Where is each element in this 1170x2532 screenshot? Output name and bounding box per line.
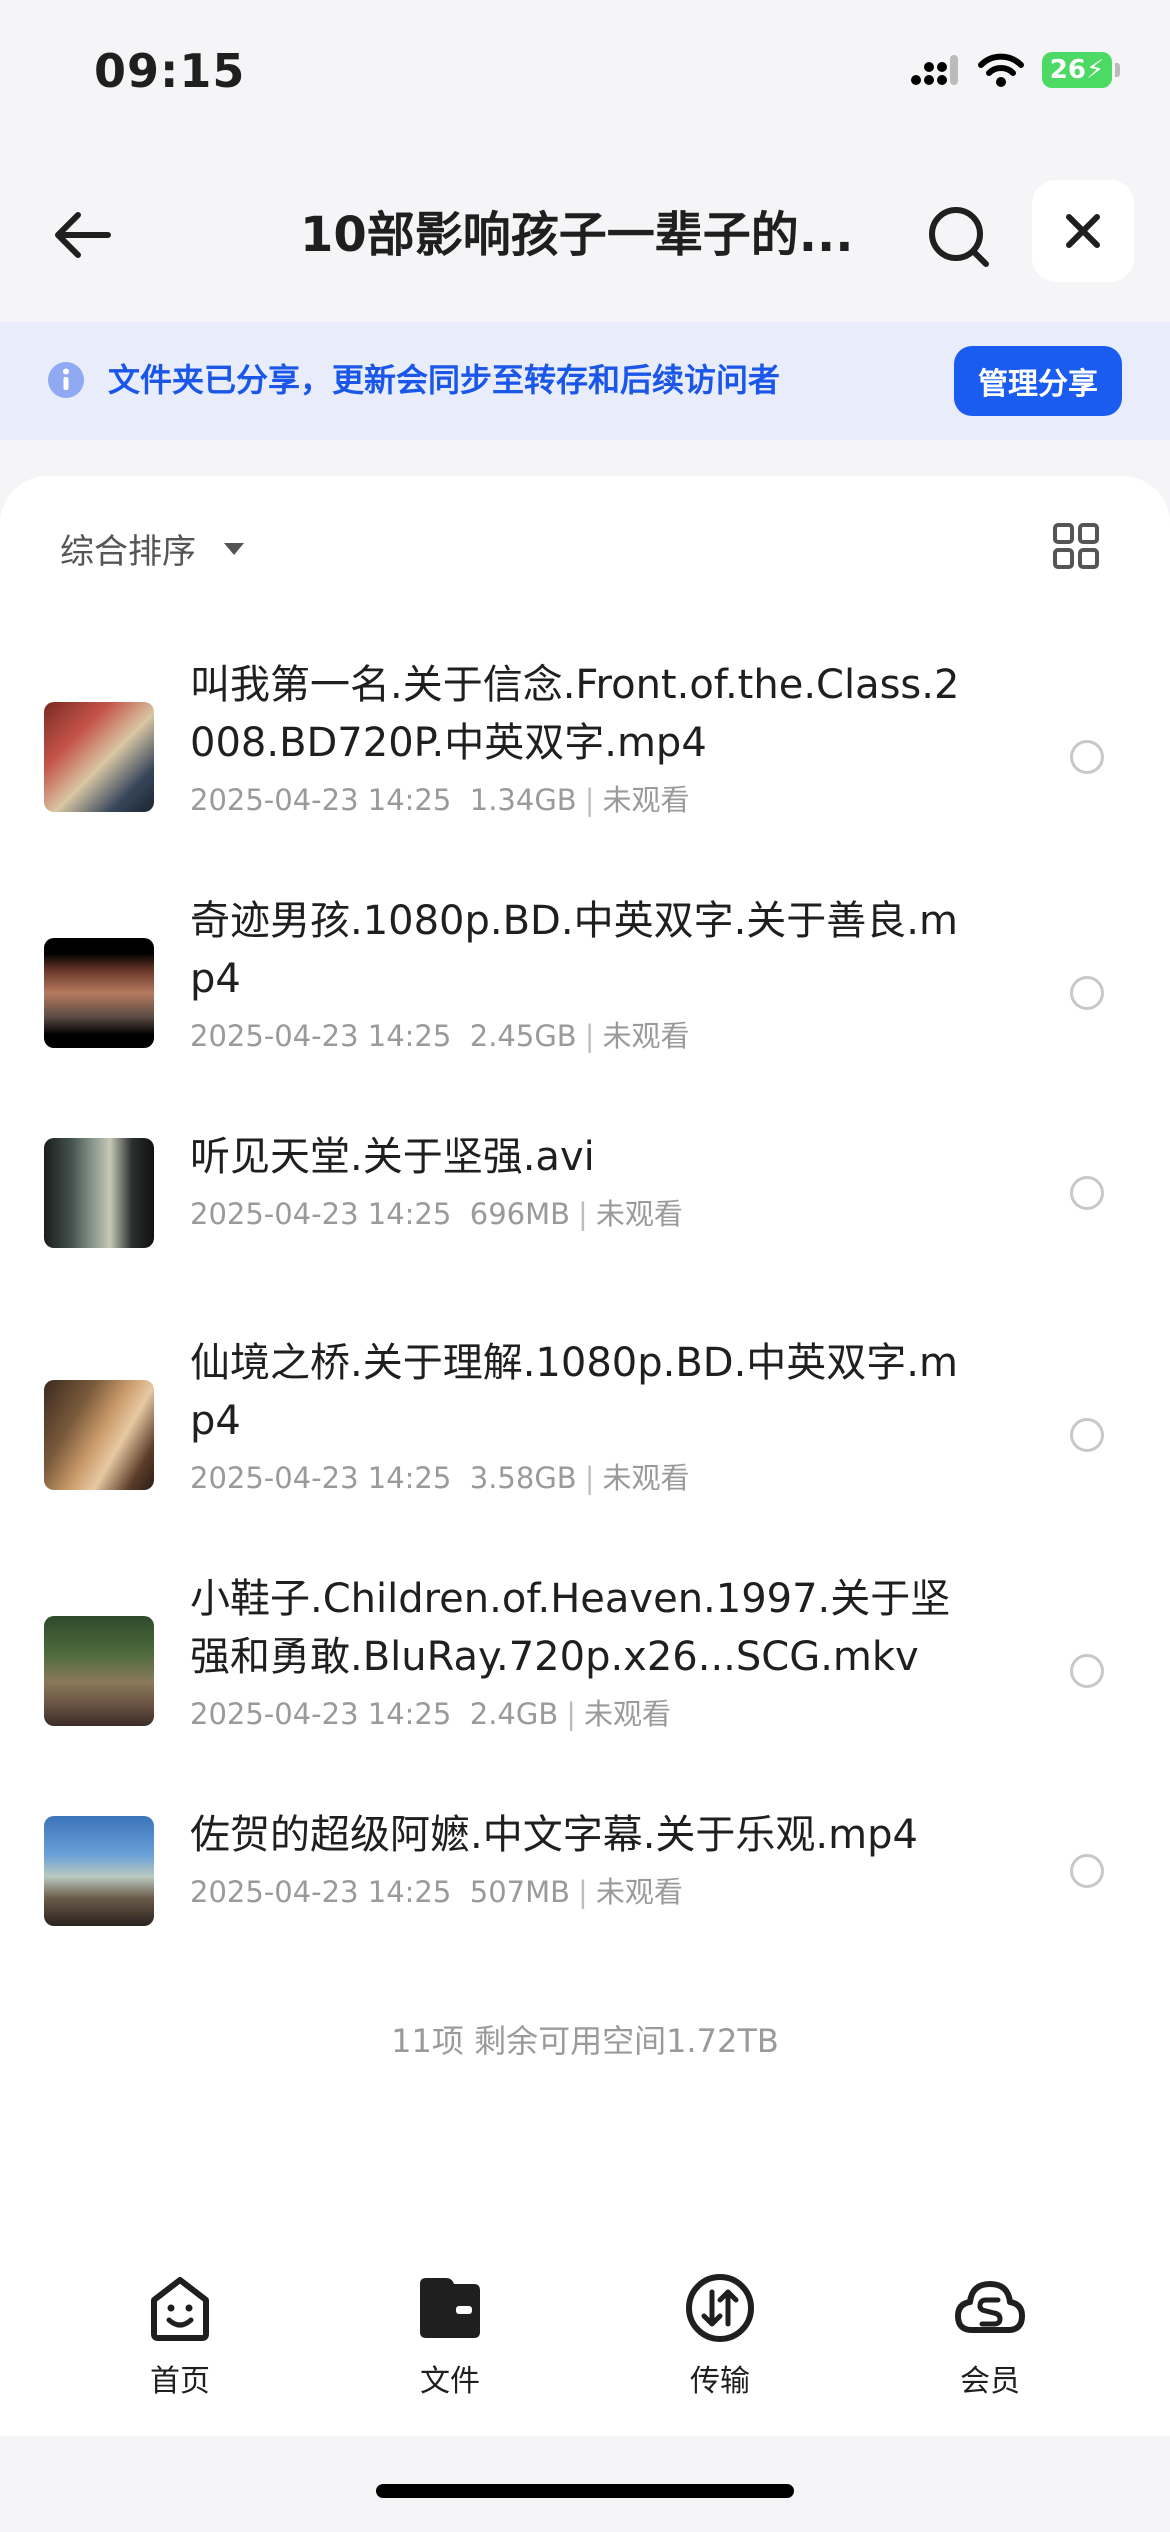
manage-share-button[interactable]: 管理分享: [954, 346, 1122, 416]
nav-header: 10部影响孩子一辈子的...: [0, 170, 1170, 300]
tab-transfer[interactable]: 传输: [640, 2270, 800, 2400]
tab-home[interactable]: 首页: [100, 2270, 260, 2400]
file-row[interactable]: 小鞋子.Children.of.Heaven.1997.关于坚强和勇敢.BluR…: [0, 1570, 1170, 1770]
file-row[interactable]: 仙境之桥.关于理解.1080p.BD.中英双字.mp4 2025-04-23 1…: [0, 1334, 1170, 1534]
info-icon: [48, 362, 84, 398]
tab-member[interactable]: 会员: [910, 2270, 1070, 2400]
video-thumbnail: [44, 938, 154, 1048]
tab-label: 会员: [960, 2364, 1020, 2399]
arrow-left-icon: [55, 212, 111, 258]
wifi-icon: [978, 53, 1024, 87]
status-time: 09:15: [94, 44, 246, 98]
watch-status: 未观看: [595, 1197, 683, 1231]
select-radio[interactable]: [1070, 1418, 1104, 1452]
status-icons: 26 ⚡: [910, 52, 1120, 88]
file-list-sheet: 综合排序 叫我第一名.关于信念.Front.of.the.Class.2008.…: [0, 476, 1170, 2436]
battery-indicator: 26 ⚡: [1042, 52, 1120, 88]
file-row[interactable]: 听见天堂.关于坚强.avi 2025-04-23 14:25 696MB | 未观看: [0, 1128, 1170, 1258]
watch-status: 未观看: [584, 1697, 672, 1731]
share-banner-text: 文件夹已分享，更新会同步至转存和后续访问者: [108, 361, 781, 399]
share-banner: 文件夹已分享，更新会同步至转存和后续访问者 管理分享: [0, 322, 1170, 440]
tab-label: 首页: [150, 2364, 210, 2399]
file-size: 507MB: [469, 1875, 571, 1909]
select-radio[interactable]: [1070, 740, 1104, 774]
file-size: 3.58GB: [469, 1461, 577, 1495]
video-thumbnail: [44, 1138, 154, 1248]
watch-status: 未观看: [602, 1019, 690, 1053]
sort-label: 综合排序: [60, 532, 196, 572]
file-date: 2025-04-23 14:25: [190, 1461, 452, 1495]
cloud-member-icon: [955, 2281, 1025, 2333]
file-name: 佐贺的超级阿嬷.中文字幕.关于乐观.mp4: [190, 1812, 918, 1858]
signal-icon: [911, 55, 958, 85]
back-button[interactable]: [48, 200, 118, 270]
battery-level: 26: [1049, 55, 1086, 85]
video-thumbnail: [44, 1816, 154, 1926]
transfer-icon: [686, 2274, 754, 2342]
select-radio[interactable]: [1070, 1654, 1104, 1688]
file-meta: 2025-04-23 14:25 507MB | 未观看: [190, 1875, 683, 1909]
tab-label: 传输: [690, 2364, 750, 2399]
select-radio[interactable]: [1070, 976, 1104, 1010]
bottom-tab-bar: 首页 文件 传输 会员: [0, 2270, 1170, 2420]
file-size: 696MB: [469, 1197, 571, 1231]
watch-status: 未观看: [595, 1875, 683, 1909]
file-name: 奇迹男孩.1080p.BD.中英双字.关于善良.mp4: [190, 898, 958, 1002]
file-row[interactable]: 奇迹男孩.1080p.BD.中英双字.关于善良.mp4 2025-04-23 1…: [0, 892, 1170, 1092]
tab-files[interactable]: 文件: [370, 2270, 530, 2400]
sort-dropdown[interactable]: 综合排序: [60, 524, 244, 573]
file-date: 2025-04-23 14:25: [190, 783, 452, 817]
file-row[interactable]: 佐贺的超级阿嬷.中文字幕.关于乐观.mp4 2025-04-23 14:25 5…: [0, 1806, 1170, 1936]
search-button[interactable]: [920, 198, 1000, 278]
file-size: 2.4GB: [469, 1697, 559, 1731]
file-meta: 2025-04-23 14:25 3.58GB | 未观看: [190, 1461, 690, 1495]
video-thumbnail: [44, 702, 154, 812]
video-thumbnail: [44, 1380, 154, 1490]
watch-status: 未观看: [602, 783, 690, 817]
storage-summary: 11项 剩余可用空间1.72TB: [391, 2022, 779, 2060]
file-name: 听见天堂.关于坚强.avi: [190, 1134, 595, 1180]
file-name: 仙境之桥.关于理解.1080p.BD.中英双字.mp4: [190, 1340, 958, 1444]
select-radio[interactable]: [1070, 1854, 1104, 1888]
page-title: 10部影响孩子一辈子的...: [300, 207, 854, 263]
select-radio[interactable]: [1070, 1176, 1104, 1210]
caret-down-icon: [224, 542, 244, 555]
file-size: 2.45GB: [469, 1019, 577, 1053]
file-date: 2025-04-23 14:25: [190, 1697, 452, 1731]
grid-view-icon[interactable]: [1052, 522, 1100, 570]
home-indicator: [376, 2484, 794, 2498]
file-date: 2025-04-23 14:25: [190, 1019, 452, 1053]
file-meta: 2025-04-23 14:25 1.34GB | 未观看: [190, 783, 690, 817]
smile-face-icon: [151, 2277, 209, 2341]
search-icon: [929, 207, 989, 267]
status-bar: 09:15 26 ⚡: [0, 0, 1170, 150]
file-date: 2025-04-23 14:25: [190, 1197, 452, 1231]
folder-icon: [420, 2278, 480, 2338]
file-row[interactable]: 叫我第一名.关于信念.Front.of.the.Class.2008.BD720…: [0, 656, 1170, 856]
close-icon: [1066, 214, 1100, 248]
close-button[interactable]: [1032, 180, 1134, 282]
file-meta: 2025-04-23 14:25 2.4GB | 未观看: [190, 1697, 672, 1731]
file-name: 小鞋子.Children.of.Heaven.1997.关于坚强和勇敢.BluR…: [190, 1576, 951, 1680]
watch-status: 未观看: [602, 1461, 690, 1495]
file-name: 叫我第一名.关于信念.Front.of.the.Class.2008.BD720…: [190, 662, 960, 766]
file-meta: 2025-04-23 14:25 2.45GB | 未观看: [190, 1019, 690, 1053]
video-thumbnail: [44, 1616, 154, 1726]
file-size: 1.34GB: [469, 783, 577, 817]
tab-label: 文件: [420, 2364, 480, 2399]
file-meta: 2025-04-23 14:25 696MB | 未观看: [190, 1197, 683, 1231]
file-date: 2025-04-23 14:25: [190, 1875, 452, 1909]
